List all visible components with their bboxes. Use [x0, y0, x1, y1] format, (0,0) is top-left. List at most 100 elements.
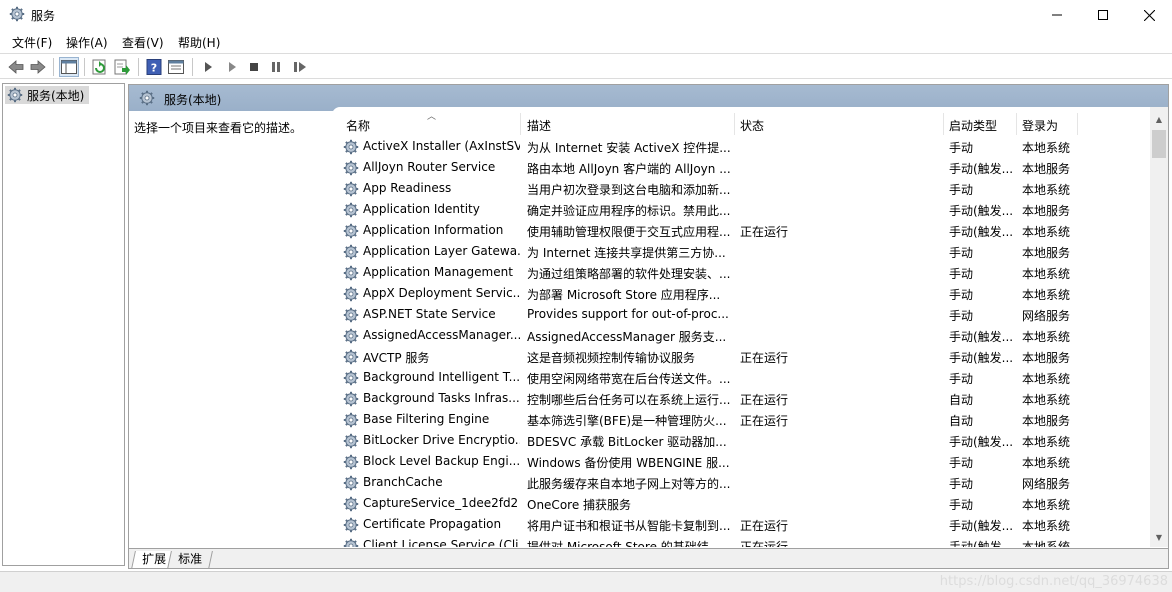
service-name: Background Intelligent T...	[363, 370, 520, 384]
service-row[interactable]: ActiveX Installer (AxInstSV) 为从 Internet …	[332, 137, 1152, 158]
properties-button[interactable]	[166, 57, 186, 77]
service-startup-type: 手动	[949, 267, 974, 281]
service-logon-as: 本地系统	[1022, 456, 1071, 470]
menu-file[interactable]: 文件(F)	[12, 34, 52, 51]
scroll-up-icon[interactable]: ▲	[1150, 111, 1168, 127]
service-gear-icon	[343, 244, 359, 260]
service-startup-type: 自动	[949, 414, 974, 428]
service-row[interactable]: ASP.NET State Service Provides support fo…	[332, 305, 1152, 326]
column-divider[interactable]	[734, 113, 735, 135]
service-gear-icon	[343, 349, 359, 365]
service-logon-as: 本地系统	[1022, 330, 1071, 344]
refresh-icon	[92, 59, 106, 75]
column-header-startup-type[interactable]: 启动类型	[949, 117, 997, 134]
tab-label: 标准	[178, 552, 203, 566]
show-hide-console-tree-button[interactable]	[59, 57, 79, 77]
service-name: CaptureService_1dee2fd2	[363, 496, 519, 510]
service-row[interactable]: Client License Service (Cli... 提供对 Micros…	[332, 536, 1152, 547]
menu-action[interactable]: 操作(A)	[66, 34, 108, 51]
service-gear-icon	[343, 286, 359, 302]
start-service-alt-button[interactable]	[222, 57, 242, 77]
column-header-logon-as[interactable]: 登录为	[1022, 117, 1058, 134]
service-description: AssignedAccessManager 服务支...	[527, 330, 727, 344]
column-divider[interactable]	[943, 113, 944, 135]
service-row[interactable]: Block Level Backup Engi... Windows 备份使用 W…	[332, 452, 1152, 473]
service-startup-type: 手动	[949, 456, 974, 470]
menu-view[interactable]: 查看(V)	[122, 34, 164, 51]
scrollbar-thumb[interactable]	[1152, 130, 1166, 158]
service-row[interactable]: AVCTP 服务 这是音频视频控制传输协议服务 正在运行 手动(触发... 本地服务	[332, 347, 1152, 368]
close-button[interactable]	[1126, 0, 1172, 30]
back-button[interactable]	[6, 57, 26, 77]
menu-help[interactable]: 帮助(H)	[178, 34, 220, 51]
column-divider[interactable]	[520, 113, 521, 135]
sort-ascending-icon: ︿	[427, 112, 437, 122]
description-prompt: 选择一个项目来查看它的描述。	[134, 121, 303, 135]
help-button[interactable]: ?	[144, 57, 164, 77]
stop-service-button[interactable]	[244, 57, 264, 77]
help-icon: ?	[146, 59, 162, 75]
toolbar-separator	[138, 58, 139, 76]
toolbar-separator	[53, 58, 54, 76]
toolbar-separator	[192, 58, 193, 76]
pane-title: 服务(本地)	[164, 93, 222, 107]
forward-button[interactable]	[28, 57, 48, 77]
column-divider[interactable]	[1016, 113, 1017, 135]
service-row[interactable]: CaptureService_1dee2fd2 OneCore 捕获服务 手动 本地系…	[332, 494, 1152, 515]
column-header-description[interactable]: 描述	[527, 117, 551, 134]
service-name: Base Filtering Engine	[363, 412, 490, 426]
service-row[interactable]: App Readiness 当用户初次登录到这台电脑和添加新... 手动 本地系统	[332, 179, 1152, 200]
refresh-button[interactable]	[90, 57, 110, 77]
service-gear-icon	[343, 328, 359, 344]
service-row[interactable]: AllJoyn Router Service 路由本地 AllJoyn 客户端的 …	[332, 158, 1152, 179]
start-service-button[interactable]	[198, 57, 218, 77]
service-startup-type: 手动(触发...	[949, 225, 1014, 239]
service-row[interactable]: Application Information 使用辅助管理权限便于交互式应用程.…	[332, 221, 1152, 242]
service-row[interactable]: Application Management 为通过组策略部署的软件处理安装、..…	[332, 263, 1152, 284]
console-tree: 服务(本地)	[2, 83, 125, 566]
scroll-down-icon[interactable]: ▼	[1150, 529, 1168, 545]
column-header-status[interactable]: 状态	[740, 117, 764, 134]
service-row[interactable]: Application Layer Gatewa... 为 Internet 连接…	[332, 242, 1152, 263]
service-description: Provides support for out-of-proc...	[527, 307, 729, 321]
service-row[interactable]: Certificate Propagation 将用户证书和根证书从智能卡复制到.…	[332, 515, 1152, 536]
tab-standard[interactable]: 标准	[167, 551, 213, 568]
service-status: 正在运行	[740, 414, 789, 428]
tree-node-services-local[interactable]: 服务(本地)	[5, 86, 89, 104]
service-description: 为部署 Microsoft Store 应用程序...	[527, 288, 721, 302]
service-row[interactable]: BitLocker Drive Encryptio... BDESVC 承载 Bi…	[332, 431, 1152, 452]
service-row[interactable]: BranchCache 此服务缓存来自本地子网上对等方的... 手动 网络服务	[332, 473, 1152, 494]
minimize-button[interactable]	[1034, 0, 1080, 30]
service-logon-as: 本地服务	[1022, 246, 1071, 260]
column-divider[interactable]	[1077, 113, 1078, 135]
service-gear-icon	[343, 265, 359, 281]
service-startup-type: 手动	[949, 288, 974, 302]
services-gear-icon	[139, 90, 155, 106]
service-row[interactable]: Background Tasks Infras... 控制哪些后台任务可以在系统上…	[332, 389, 1152, 410]
vertical-scrollbar[interactable]: ▲ ▼	[1150, 107, 1168, 547]
services-pane: 服务(本地) 选择一个项目来查看它的描述。 ︿ 名称 描述 状态 启动类型 登录…	[128, 84, 1169, 569]
pause-service-button[interactable]	[266, 57, 286, 77]
service-description: BDESVC 承载 BitLocker 驱动器加...	[527, 435, 727, 449]
maximize-button[interactable]	[1080, 0, 1126, 30]
service-row[interactable]: Application Identity 确定并验证应用程序的标识。禁用此... 手…	[332, 200, 1152, 221]
service-logon-as: 网络服务	[1022, 309, 1071, 323]
column-header-name[interactable]: 名称	[346, 117, 370, 134]
service-row[interactable]: AppX Deployment Servic... 为部署 Microsoft S…	[332, 284, 1152, 305]
service-status: 正在运行	[740, 351, 789, 365]
service-logon-as: 本地系统	[1022, 267, 1071, 281]
service-row[interactable]: Background Intelligent T... 使用空闲网络带宽在后台传送…	[332, 368, 1152, 389]
view-tabs: 扩展 标准	[129, 548, 1168, 568]
service-description: 将用户证书和根证书从智能卡复制到...	[527, 519, 731, 533]
service-gear-icon	[343, 475, 359, 491]
service-gear-icon	[343, 517, 359, 533]
service-logon-as: 本地系统	[1022, 435, 1071, 449]
service-logon-as: 本地系统	[1022, 498, 1071, 512]
service-logon-as: 网络服务	[1022, 477, 1071, 491]
service-logon-as: 本地系统	[1022, 288, 1071, 302]
restart-service-button[interactable]	[290, 57, 310, 77]
export-list-button[interactable]	[112, 57, 132, 77]
service-description: Windows 备份使用 WBENGINE 服...	[527, 456, 730, 470]
service-row[interactable]: AssignedAccessManager... AssignedAccessMa…	[332, 326, 1152, 347]
service-row[interactable]: Base Filtering Engine 基本筛选引擎(BFE)是一种管理防火.…	[332, 410, 1152, 431]
